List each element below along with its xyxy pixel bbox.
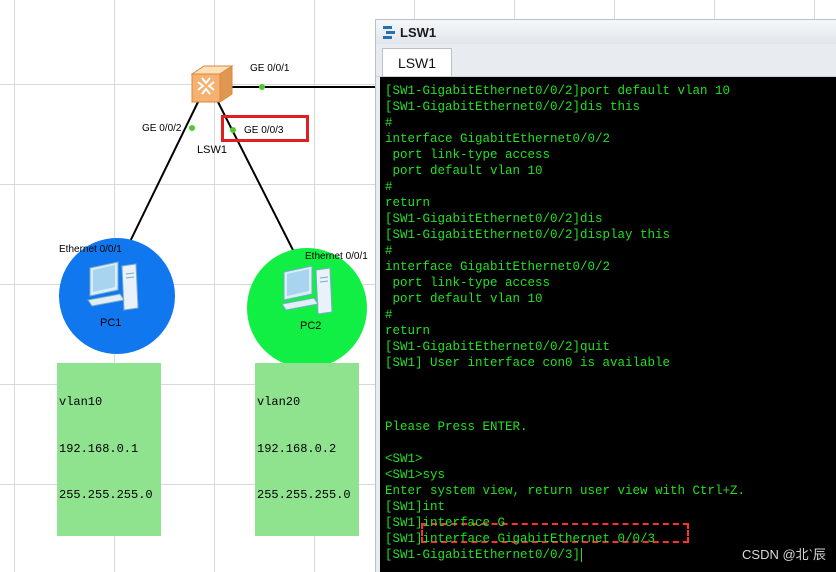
terminal-line: [SW1]int (385, 500, 446, 514)
terminal-line: Please Press ENTER. (385, 420, 528, 434)
pc1-ip: 192.168.0.1 (59, 441, 139, 456)
pc2-mask: 255.255.255.0 (257, 488, 351, 502)
pc2-ip: 192.168.0.2 (257, 441, 337, 456)
terminal-line: port link-type access (385, 276, 551, 290)
watermark: CSDN @北`辰 (742, 547, 826, 562)
pc2-name-label: PC2 (300, 320, 322, 332)
console-title: LSW1 (400, 24, 437, 40)
terminal-line: [SW1] User interface con0 is available (385, 356, 671, 370)
port-dot-ge001 (259, 84, 265, 90)
terminal-line: # (385, 308, 393, 322)
pc-icon (281, 265, 333, 315)
console-window[interactable]: LSW1 LSW1 [SW1-GigabitEthernet0/0/2]port… (375, 19, 836, 572)
terminal-line: <SW1>sys (385, 468, 446, 482)
pc1-info-box: vlan10 192.168.0.1 255.255.255.0 (57, 363, 161, 536)
console-tab-strip: LSW1 (376, 44, 836, 77)
console-titlebar[interactable]: LSW1 (376, 20, 836, 44)
terminal-line: [SW1-GigabitEthernet0/0/2]dis (385, 212, 603, 226)
pc1-port-label: Ethernet 0/0/1 (59, 244, 122, 255)
switch-lsw1[interactable] (190, 64, 234, 104)
pc1-name-label: PC1 (100, 317, 122, 329)
terminal-cursor (581, 548, 583, 562)
pc-icon (87, 261, 139, 311)
switch-small-icon (383, 26, 395, 39)
port-label-ge001: GE 0/0/1 (250, 63, 290, 74)
tab-lsw1[interactable]: LSW1 (382, 48, 452, 76)
terminal-line: return (385, 324, 431, 338)
switch-icon (190, 65, 234, 103)
terminal-line: [SW1-GigabitEthernet0/0/3] (385, 548, 581, 562)
terminal-line: return (385, 196, 431, 210)
pc1-mask: 255.255.255.0 (59, 488, 153, 502)
terminal-line: [SW1-GigabitEthernet0/0/2]display this (385, 228, 671, 242)
terminal-line: Enter system view, return user view with… (385, 484, 746, 498)
ge003-highlight-box (221, 115, 309, 142)
terminal-line: # (385, 180, 393, 194)
terminal-line: <SW1> (385, 452, 423, 466)
pc2-vlan: vlan20 (257, 395, 301, 409)
terminal-line: # (385, 116, 393, 130)
terminal-line: interface GigabitEthernet0/0/2 (385, 260, 611, 274)
terminal-line: [SW1-GigabitEthernet0/0/2]port default v… (385, 84, 731, 98)
pc2-port-label: Ethernet 0/0/1 (305, 251, 368, 262)
switch-name-label: LSW1 (197, 144, 227, 156)
port-label-ge002: GE 0/0/2 (142, 123, 182, 134)
terminal-line: interface GigabitEthernet0/0/2 (385, 132, 611, 146)
terminal-line: port default vlan 10 (385, 292, 543, 306)
terminal-line: [SW1]interface GigabitEthernet 0/0/3 (385, 532, 656, 546)
terminal-line: port link-type access (385, 148, 551, 162)
terminal-line: [SW1]interface G (385, 516, 506, 530)
pc1-device[interactable] (84, 260, 142, 314)
pc2-device[interactable] (278, 264, 336, 318)
terminal-line: port default vlan 10 (385, 164, 543, 178)
pc1-vlan: vlan10 (59, 395, 103, 409)
terminal-line: [SW1-GigabitEthernet0/0/2]quit (385, 340, 611, 354)
pc2-info-box: vlan20 192.168.0.2 255.255.255.0 (255, 363, 359, 536)
terminal-line: # (385, 244, 393, 258)
terminal-line: [SW1-GigabitEthernet0/0/2]dis this (385, 100, 641, 114)
terminal-output[interactable]: [SW1-GigabitEthernet0/0/2]port default v… (380, 77, 836, 572)
port-dot-ge002 (189, 125, 195, 131)
